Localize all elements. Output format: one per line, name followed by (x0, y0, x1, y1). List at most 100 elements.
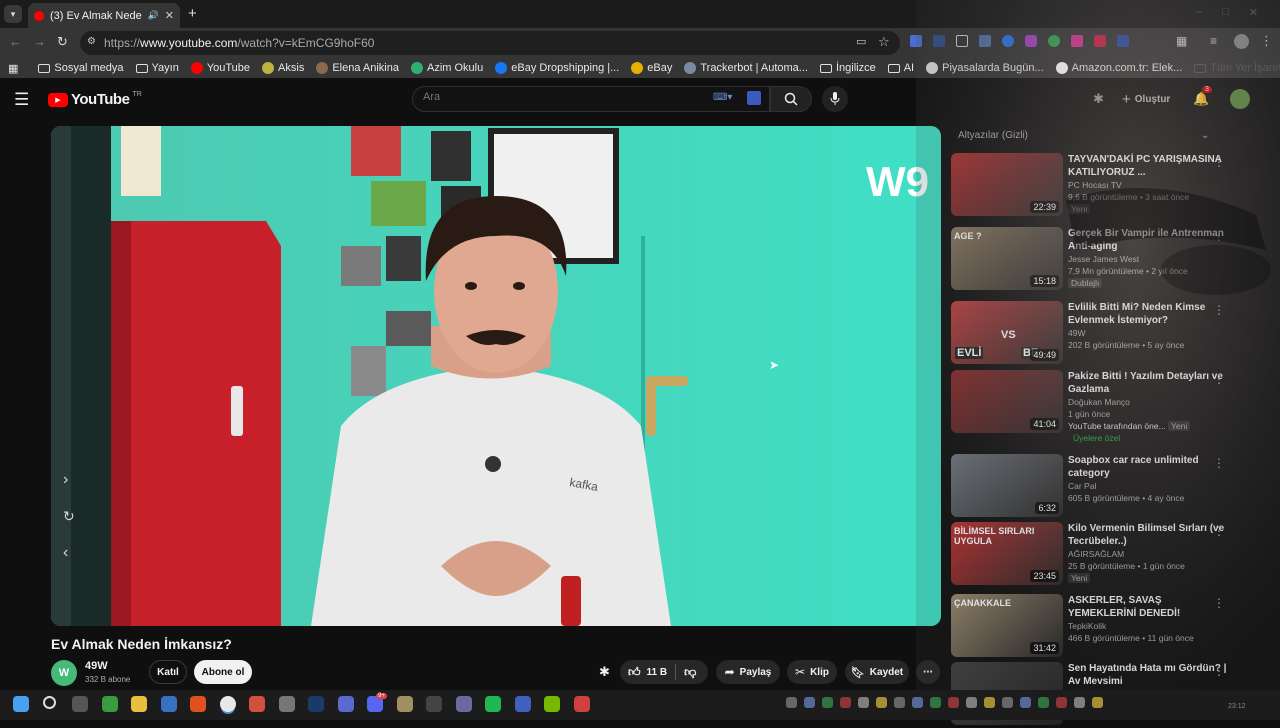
bookmark-item[interactable]: Piyasalarda Bugün... (920, 62, 1050, 74)
minimize-icon[interactable]: – (1196, 6, 1202, 19)
subtitles-toggle[interactable]: Altyazılar (Gizli) ⌄ (958, 130, 1218, 141)
extension-icon[interactable] (1071, 35, 1083, 47)
app2-icon[interactable] (455, 696, 472, 712)
join-button[interactable]: Katıl (149, 660, 187, 684)
tray-icon[interactable] (1092, 697, 1103, 708)
hamburger-menu-icon[interactable]: ☰ (14, 90, 29, 110)
extensions-puzzle-icon[interactable]: ▦ (1176, 34, 1187, 48)
voice-search-button[interactable] (822, 86, 848, 112)
youtube-logo[interactable]: ▶ YouTube TR (48, 91, 142, 108)
extension-icon[interactable] (1117, 35, 1129, 47)
recommendation-title[interactable]: ASKERLER, SAVAŞ YEMEKLERİNİ DENEDİ! (1068, 594, 1228, 620)
recommendation-channel[interactable]: Car Pal (1068, 481, 1096, 491)
recommendation-item[interactable]: EVLİVSBE49:49Evlilik Bitti Mi? Neden Kim… (951, 301, 1261, 367)
more-vertical-icon[interactable]: ⋮ (1213, 372, 1225, 386)
more-vertical-icon[interactable]: ⋮ (1213, 155, 1225, 169)
extension-search-icon[interactable] (747, 91, 761, 105)
extension-icon[interactable] (1025, 35, 1037, 47)
more-vertical-icon[interactable]: ⋮ (1213, 664, 1225, 678)
cast-icon[interactable]: ▭ (856, 35, 866, 48)
bookmark-item[interactable]: Aksis (256, 62, 310, 74)
tray-icon[interactable] (1074, 697, 1085, 708)
video-thumbnail[interactable]: EVLİVSBE49:49 (951, 301, 1063, 364)
tray-icon[interactable] (822, 697, 833, 708)
site-info-icon[interactable]: ⚙ (87, 36, 96, 47)
save-button[interactable]: 🔖︎ Kaydet (845, 660, 909, 684)
recommendation-title[interactable]: Kilo Vermenin Bilimsel Sırları (ve Tecrü… (1068, 522, 1228, 548)
bookmark-star-icon[interactable]: ☆ (878, 34, 890, 50)
bookmark-item[interactable]: eBay Dropshipping |... (489, 62, 625, 74)
app3-icon[interactable] (514, 696, 531, 712)
search-icon[interactable] (42, 696, 56, 709)
nvidia-icon[interactable] (544, 696, 560, 712)
extension-icon[interactable] (933, 35, 945, 47)
tab-close-icon[interactable]: ✕ (165, 9, 174, 22)
chevron-left-icon[interactable]: ‹ (63, 544, 68, 562)
video-player[interactable]: kafka W9 › ↻ ‹ ➤ (51, 126, 941, 626)
file-explorer-icon[interactable] (131, 696, 147, 712)
more-vertical-icon[interactable]: ⋮ (1213, 596, 1225, 610)
address-bar[interactable]: ⚙ https://www.youtube.com/watch?v=kEmCG9… (80, 31, 900, 55)
bookmark-item[interactable]: Trackerbot | Automa... (678, 62, 814, 74)
reload-icon[interactable]: ↻ (57, 34, 68, 50)
recommendation-item[interactable]: BİLİMSEL SIRLARI UYGULA 23:45 Kilo Vermeni… (951, 522, 1261, 588)
channel-name[interactable]: 49W (85, 660, 108, 672)
tray-icon[interactable] (984, 697, 995, 708)
tray-icon[interactable] (1020, 697, 1031, 708)
xbox-icon[interactable] (101, 696, 118, 712)
browser-tab-active[interactable]: (3) Ev Almak Neden İmkans 🔊 ✕ (28, 3, 180, 28)
recommendation-channel[interactable]: PC Hocası TV (1068, 180, 1122, 190)
video-thumbnail[interactable]: BİLİMSEL SIRLARI UYGULA 23:45 (951, 522, 1063, 585)
recommendation-item[interactable]: 22:39 TAYVAN'DAKİ PC YARIŞMASINA KATILIYO… (951, 153, 1261, 219)
chevron-right-icon[interactable]: › (63, 471, 68, 489)
all-bookmarks-button[interactable]: Tüm Yer İşaretleri (1188, 62, 1280, 74)
brave-icon[interactable] (190, 696, 206, 712)
apps-grid-icon[interactable]: ▦ (0, 62, 32, 75)
profile-avatar[interactable] (1234, 34, 1249, 49)
notifications-button[interactable]: 🔔 3 (1193, 86, 1212, 108)
recommendation-title[interactable]: Pakize Bitti ! Yazılım Detayları ve Gazl… (1068, 370, 1228, 396)
extension-icon[interactable] (979, 35, 991, 47)
recommendation-title[interactable]: Soapbox car race unlimited category (1068, 454, 1228, 480)
maximize-icon[interactable]: □ (1222, 6, 1229, 19)
bookmark-item[interactable]: Amazon.com.tr: Elek... (1050, 62, 1189, 74)
ubisoft-icon[interactable] (249, 696, 265, 712)
tray-icon[interactable] (1056, 697, 1067, 708)
browser-menu-icon[interactable]: ⋮ (1260, 33, 1273, 49)
tray-icon[interactable] (804, 697, 815, 708)
video-thumbnail[interactable]: 6:32 (951, 454, 1063, 517)
app-icon[interactable] (337, 696, 354, 712)
tray-icon[interactable] (876, 697, 887, 708)
video-thumbnail[interactable]: ÇANAKKALE 31:42 (951, 594, 1063, 657)
windows-icon[interactable] (13, 696, 29, 712)
recommendation-item[interactable]: 41:04 Pakize Bitti ! Yazılım Detayları ve… (951, 370, 1261, 443)
channel-avatar[interactable]: W (51, 660, 77, 686)
recommendation-title[interactable]: Evlilik Bitti Mi? Neden Kimse Evlenmek İ… (1068, 301, 1228, 327)
close-window-icon[interactable]: ✕ (1249, 6, 1258, 19)
recommendation-title[interactable]: Gerçek Bir Vampir ile Antrenman Anti-agi… (1068, 227, 1228, 253)
forward-icon[interactable]: → (33, 34, 46, 49)
keyboard-translate-icon[interactable]: ⌨▾ (713, 92, 732, 103)
bookmark-item[interactable]: İngilizce (814, 62, 882, 74)
more-vertical-icon[interactable]: ⋮ (1213, 524, 1225, 538)
steam-icon[interactable] (308, 696, 324, 712)
bookmark-item[interactable]: YouTube (185, 62, 256, 74)
recommendation-item[interactable]: AGE ? 15:18 Gerçek Bir Vampir ile Antrenma… (951, 227, 1261, 293)
share-button[interactable]: ➦ Paylaş (716, 660, 780, 684)
video-thumbnail[interactable]: AGE ? 15:18 (951, 227, 1063, 290)
tray-icon[interactable] (1002, 697, 1013, 708)
recommendation-title[interactable]: Sen Hayatında Hata mı Gördün? | Av Mevsi… (1068, 662, 1228, 688)
clip-button[interactable]: ✂ Klip (787, 660, 837, 684)
extension-icon[interactable] (1048, 35, 1060, 47)
like-button[interactable]: 👍︎ 11 B (628, 665, 667, 680)
create-button[interactable]: + Oluştur (1116, 87, 1180, 111)
more-vertical-icon[interactable]: ⋮ (1213, 229, 1225, 243)
tray-icon[interactable] (858, 697, 869, 708)
capcut-icon[interactable] (573, 696, 590, 712)
tray-icon[interactable] (894, 697, 905, 708)
extension-icon[interactable] (1094, 35, 1106, 47)
bookmark-item[interactable]: Azim Okulu (405, 62, 489, 74)
more-vertical-icon[interactable]: ⋮ (1213, 303, 1225, 317)
extension-puzzle-icon[interactable]: ✱ (1093, 91, 1104, 107)
subscribe-button[interactable]: Abone ol (194, 660, 252, 684)
